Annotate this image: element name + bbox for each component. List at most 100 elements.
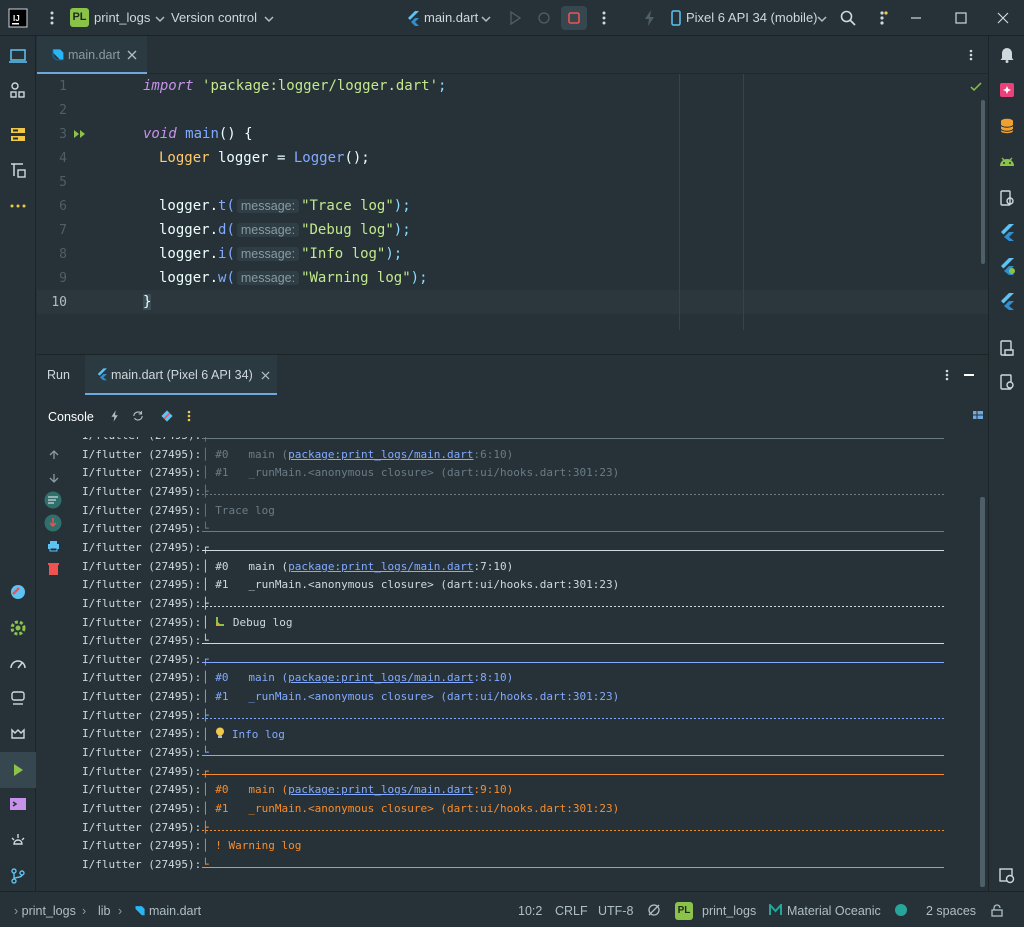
editor-tab-bar: main.dart <box>37 36 988 74</box>
tab-run-main-dart[interactable]: main.dart (Pixel 6 API 34) <box>85 355 277 395</box>
lock-icon[interactable] <box>991 904 1003 917</box>
minimize-icon[interactable] <box>906 8 926 28</box>
database-icon[interactable] <box>997 116 1017 136</box>
device-manager-icon[interactable] <box>997 152 1017 172</box>
terminal-icon[interactable] <box>8 794 28 814</box>
line-number: 7 <box>59 223 67 238</box>
flutter-performance-icon[interactable] <box>997 256 1017 276</box>
chevron-down-icon[interactable] <box>476 9 496 29</box>
code-line-3: void main() { <box>143 126 253 142</box>
running-devices-icon[interactable] <box>997 338 1017 358</box>
console-line: I/flutter (27495): │ #1 _runMain.<anonymo… <box>82 578 619 596</box>
chevron-down-icon[interactable] <box>259 9 279 29</box>
log-body: └ <box>202 634 209 648</box>
resource-manager-icon[interactable] <box>8 125 28 145</box>
box-border-line <box>202 866 944 868</box>
stop-button[interactable] <box>561 6 587 30</box>
source-link[interactable]: package:print_logs/main.dart <box>288 671 473 684</box>
project-view-icon[interactable] <box>8 46 28 66</box>
maximize-icon[interactable] <box>951 8 971 28</box>
log-body: └ <box>202 746 209 760</box>
tab-options-icon[interactable] <box>964 48 978 62</box>
log-prefix: I/flutter (27495): <box>82 820 202 834</box>
problems-icon[interactable] <box>8 830 28 850</box>
app-inspection-icon[interactable] <box>8 688 28 708</box>
console-output[interactable]: I/flutter (27495):┌I/flutter (27495):│ #… <box>37 437 988 892</box>
hot-reload-icon[interactable] <box>108 409 122 423</box>
main-menu-icon[interactable] <box>42 8 62 28</box>
tab-label: main.dart <box>68 48 121 62</box>
search-icon[interactable] <box>838 8 858 28</box>
breadcrumb-project[interactable]: › print_logs <box>14 904 76 918</box>
gear-icon[interactable] <box>8 618 28 638</box>
indent-setting[interactable]: 2 spaces <box>926 904 976 918</box>
close-tab-icon[interactable] <box>261 371 270 380</box>
line-separator[interactable]: CRLF <box>555 904 588 918</box>
console-line: I/flutter (27495): │ #0 main (package:pri… <box>82 448 513 466</box>
breadcrumb-lib[interactable]: lib <box>98 904 111 918</box>
editor-scrollbar[interactable] <box>981 100 985 264</box>
flutter-devtools-icon[interactable] <box>997 291 1017 311</box>
code-line-7: logger.d(message: "Debug log"); <box>159 222 411 238</box>
no-problems-check-icon[interactable] <box>969 80 983 94</box>
more-tools-icon[interactable] <box>8 196 28 216</box>
flutter-outline-icon[interactable] <box>997 222 1017 242</box>
source-link[interactable]: package:print_logs/main.dart <box>288 448 473 461</box>
device-file-explorer-icon[interactable] <box>997 188 1017 208</box>
device-selector[interactable]: Pixel 6 API 34 (mobile) <box>686 10 818 25</box>
status-indicator-icon[interactable] <box>894 903 908 917</box>
profiler-icon[interactable] <box>8 654 28 674</box>
run-config-selector[interactable]: main.dart <box>424 10 478 25</box>
console-line: I/flutter (27495):┌ <box>82 765 209 783</box>
run-options-icon[interactable] <box>940 368 954 382</box>
chevron-down-icon[interactable] <box>150 9 170 29</box>
console-tab[interactable]: Console <box>48 410 94 424</box>
close-window-icon[interactable] <box>993 8 1013 28</box>
log-body: ┌ <box>202 652 209 666</box>
project-name[interactable]: print_logs <box>702 904 756 918</box>
caret-position[interactable]: 10:2 <box>518 904 542 918</box>
intellij-logo-icon[interactable]: IJ <box>8 8 28 28</box>
run-icon[interactable] <box>505 8 525 28</box>
debug-icon[interactable] <box>534 8 554 28</box>
git-branch-icon[interactable] <box>8 866 28 886</box>
flutter-icon <box>97 368 107 381</box>
flutter-inspector-icon[interactable] <box>8 582 28 602</box>
layout-validation-icon[interactable] <box>997 866 1017 886</box>
source-link[interactable]: package:print_logs/main.dart <box>288 560 473 573</box>
hide-panel-icon[interactable] <box>962 368 976 382</box>
version-control-menu[interactable]: Version control <box>171 10 257 25</box>
box-border-line <box>202 755 944 757</box>
log-body: │ Info log <box>202 727 285 742</box>
notifications-icon[interactable] <box>997 44 1017 64</box>
code-editor[interactable]: 1 2 3 4 5 6 7 8 9 10 import 'package:log… <box>37 74 988 330</box>
more-icon[interactable] <box>184 409 194 423</box>
theme-name[interactable]: Material Oceanic <box>787 904 881 918</box>
flutter-devtools-icon[interactable] <box>160 409 174 423</box>
chevron-down-icon[interactable] <box>812 9 832 29</box>
structure-icon[interactable] <box>8 80 28 100</box>
run-tool-window-button[interactable] <box>0 752 36 788</box>
hot-restart-icon[interactable] <box>131 409 145 423</box>
breadcrumb-file[interactable]: main.dart <box>149 904 201 918</box>
close-tab-icon[interactable] <box>127 50 137 60</box>
project-name[interactable]: print_logs <box>94 10 150 25</box>
log-body: │ #1 _runMain.<anonymous closure> (dart:… <box>202 578 620 592</box>
more-actions-icon[interactable] <box>594 8 614 28</box>
tab-main-dart[interactable]: main.dart <box>37 36 147 74</box>
source-link[interactable]: package:print_logs/main.dart <box>288 783 473 796</box>
log-body: │ #0 main (package:print_logs/main.dart:… <box>202 783 514 797</box>
hot-reload-icon[interactable] <box>640 8 660 28</box>
app-quality-icon[interactable] <box>997 372 1017 392</box>
ide-settings-icon[interactable] <box>872 8 892 28</box>
run-gutter-icon[interactable] <box>73 128 87 140</box>
gemini-icon[interactable] <box>997 80 1017 100</box>
console-line: I/flutter (27495):┌ <box>82 541 209 559</box>
read-only-toggle-icon[interactable] <box>647 903 661 917</box>
console-scrollbar[interactable] <box>980 497 985 887</box>
file-encoding[interactable]: UTF-8 <box>598 904 633 918</box>
logcat-icon[interactable] <box>8 724 28 744</box>
project-badge[interactable]: PL <box>70 8 89 27</box>
layout-inspector-icon[interactable] <box>8 160 28 180</box>
layout-toggle-icon[interactable] <box>972 409 984 421</box>
